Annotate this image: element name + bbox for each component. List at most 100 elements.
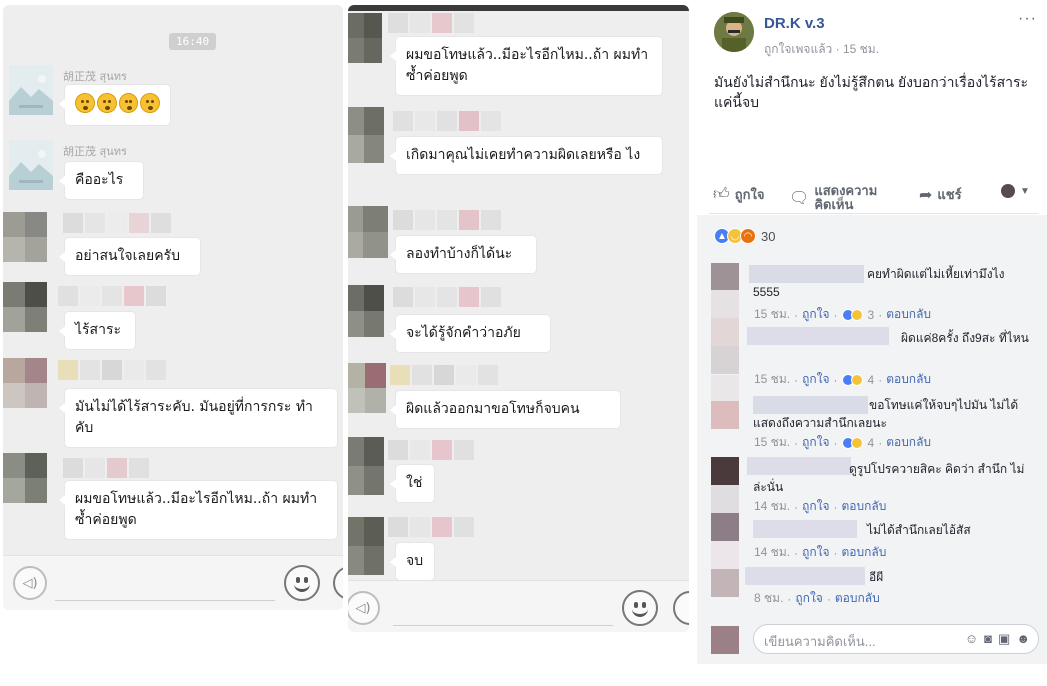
comment-reactions-icon [841, 308, 863, 321]
comment-text: ไม่ได้สำนึกเลยไอ้สัส [867, 523, 971, 537]
comment-time[interactable]: 14 ชม. [754, 497, 790, 516]
blurred-sender [63, 458, 149, 478]
sticker-icon[interactable]: ☻ [1016, 631, 1030, 647]
blurred-sender [390, 365, 498, 385]
comment-reactions-icon [841, 436, 863, 449]
comment-text: ผิดแค่8ครั้ง ถึง9สะ ที่ไหน [901, 331, 1029, 345]
blurred-avatar [348, 285, 384, 337]
comment-like-link[interactable]: ถูกใจ [802, 433, 829, 452]
voice-icon[interactable]: ◁) [13, 566, 47, 600]
comment-like-link[interactable]: ถูกใจ [802, 305, 829, 324]
blurred-sender [388, 13, 474, 33]
thumbs-up-icon: 👍︎ [713, 186, 730, 203]
like-button[interactable]: 👍︎ ถูกใจ [713, 184, 764, 205]
face-emoji-icon [118, 93, 139, 113]
face-emoji-icon [75, 93, 95, 113]
message-input[interactable] [55, 600, 275, 601]
message-bubble: คืออะไร [59, 162, 143, 199]
blurred-sender [388, 440, 474, 460]
current-user-avatar [711, 626, 739, 654]
profile-mini-icon [1001, 184, 1015, 198]
comment-reaction-count: 4 [867, 372, 875, 387]
comment-meta: 15 ชม. · ถูกใจ · 4 · ตอบกลับ [754, 433, 931, 452]
blurred-avatar [3, 453, 47, 503]
comment-like-link[interactable]: ถูกใจ [802, 370, 829, 389]
comment-time[interactable]: 15 ชม. [754, 305, 790, 324]
commenter-avatar-blur [711, 401, 739, 429]
comment-meta: 15 ชม. · ถูกใจ · 3 · ตอบกลับ [754, 305, 931, 324]
chat-input-bar: ◁) [3, 555, 343, 610]
contact-avatar [9, 140, 53, 190]
reaction-count: 30 [761, 228, 776, 244]
commenter-avatar[interactable] [711, 318, 739, 346]
comment-like-link[interactable]: ถูกใจ [802, 543, 829, 562]
commenter-avatar[interactable] [711, 513, 739, 541]
comment-reaction-count: 3 [867, 307, 875, 322]
commenter-avatar-blur [711, 346, 739, 374]
comment-reply-link[interactable]: ตอบกลับ [842, 543, 887, 562]
message-bubble: ผิดแล้วออกมาขอโทษก็จบคน [390, 391, 620, 428]
comment-button[interactable]: 🗨︎ แสดงความคิดเห็น [789, 184, 894, 212]
gif-icon[interactable]: ▣ [998, 631, 1010, 647]
comment-like-link[interactable]: ถูกใจ [795, 589, 822, 608]
smiley-icon[interactable] [622, 590, 658, 626]
emoji-icon[interactable]: ☺ [965, 631, 978, 647]
comment-bubble-icon: 🗨︎ [789, 190, 810, 207]
blurred-sender [393, 287, 501, 307]
message-bubble: มันไม่ได้ไร้สาระคับ. มันอยู่ที่การกระ ทำ… [59, 389, 337, 447]
post-actions: 👍︎ ถูกใจ 🗨︎ แสดงความคิดเห็น ➦ แชร์ ▼ [709, 180, 1039, 214]
comment-reply-link[interactable]: ตอบกลับ [886, 433, 931, 452]
commenter-avatar[interactable] [711, 263, 739, 291]
facebook-post: DR.K v.3 ถูกใจเพจแล้ว · 15 ชม. ··· มันยั… [697, 0, 1047, 664]
blurred-sender [393, 111, 501, 131]
plus-icon[interactable] [333, 566, 343, 600]
comment-text: อีผี [869, 570, 884, 584]
smiley-icon[interactable] [284, 565, 320, 601]
comment-time[interactable]: 15 ชม. [754, 433, 790, 452]
blurred-sender [58, 286, 166, 306]
header-strip [348, 5, 689, 11]
page-avatar[interactable] [714, 12, 754, 52]
comment-text: คยทำผิดแต่ไม่เหี้ยเท่ามึงไง 5555 [753, 267, 1005, 299]
share-button[interactable]: ➦ แชร์ [919, 184, 962, 205]
chat-timestamp: 16:40 [169, 33, 217, 50]
post-meta: ถูกใจเพจแล้ว · 15 ชม. [764, 40, 879, 59]
plus-icon[interactable] [673, 591, 689, 625]
like-label: ถูกใจ [734, 187, 765, 202]
comment-reactions-icon [841, 373, 863, 386]
comment-like-link[interactable]: ถูกใจ [802, 497, 829, 516]
message-bubble: จบ [390, 543, 434, 580]
comment-reply-link[interactable]: ตอบกลับ [886, 305, 931, 324]
reaction-summary[interactable]: ▲ ◡ ◠ 30 [714, 228, 775, 244]
message-bubble: ไร้สาระ [59, 312, 135, 349]
emoji-faces [75, 93, 160, 113]
commenter-avatar[interactable] [711, 457, 739, 485]
contact-avatar [9, 65, 53, 115]
blurred-avatar [348, 363, 386, 413]
post-text: มันยังไม่สำนึกนะ ยังไม่รู้สึกตน ยังบอกว่… [714, 74, 1029, 110]
blurred-avatar [348, 517, 384, 575]
audience-selector[interactable]: ▼ [1001, 184, 1030, 198]
comment-reaction-count: 4 [867, 435, 875, 450]
more-options-icon[interactable]: ··· [1018, 10, 1037, 28]
comment-time[interactable]: 14 ชม. [754, 543, 790, 562]
comment-time[interactable]: 8 ชม. [754, 589, 783, 608]
message-input[interactable] [393, 625, 613, 626]
voice-icon[interactable]: ◁) [348, 591, 380, 625]
share-arrow-icon: ➦ [919, 186, 933, 204]
comment-input[interactable]: เขียนความคิดเห็น... ☺ ◙ ▣ ☻ [753, 624, 1039, 654]
commenter-avatar[interactable] [711, 375, 739, 403]
comment-reply-link[interactable]: ตอบกลับ [835, 589, 880, 608]
comment-reply-link[interactable]: ตอบกลับ [842, 497, 887, 516]
sender-name: 胡正茂 สุนทร [63, 145, 127, 158]
comments-section: ▲ ◡ ◠ 30 คยทำผิดแต่ไม่เหี้ยเท่ามึงไง 555… [697, 215, 1047, 664]
message-bubble: ผมขอโทษแล้ว..มีอะไรอีกไหม..ถ้า ผมทำซ้ำค่… [390, 37, 662, 95]
comment-reply-link[interactable]: ตอบกลับ [886, 370, 931, 389]
camera-icon[interactable]: ◙ [984, 631, 992, 647]
comment-time[interactable]: 15 ชม. [754, 370, 790, 389]
liked-label: ถูกใจเพจแล้ว [764, 42, 833, 56]
commenter-avatar[interactable] [711, 569, 739, 597]
page-name[interactable]: DR.K v.3 [764, 15, 825, 32]
comment-meta: 14 ชม. · ถูกใจ · ตอบกลับ [754, 543, 886, 562]
post-time[interactable]: 15 ชม. [843, 42, 879, 56]
